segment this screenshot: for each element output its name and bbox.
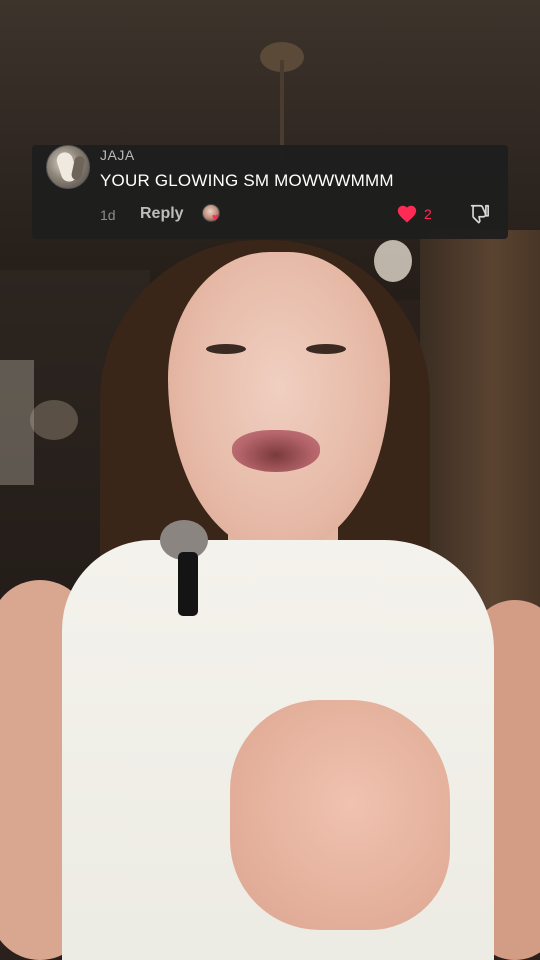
- creator-liked-badge: ♥: [202, 204, 224, 226]
- video-frame[interactable]: JAJA YOUR GLOWING SM MOWWWMMM 1d Reply ♥…: [0, 0, 540, 960]
- heart-icon[interactable]: [396, 203, 418, 225]
- background-shelf-item: [30, 400, 78, 440]
- comment-text: YOUR GLOWING SM MOWWWMMM: [100, 171, 394, 190]
- thumbs-down-icon[interactable]: [468, 203, 490, 225]
- comment-username[interactable]: JAJA: [100, 147, 135, 163]
- comment-reply-card[interactable]: JAJA YOUR GLOWING SM MOWWWMMM 1d Reply ♥…: [32, 145, 508, 239]
- person-eye-left: [206, 344, 246, 354]
- ceiling-globe-light: [374, 240, 412, 282]
- comment-timestamp: 1d: [100, 207, 116, 223]
- background-cabinet: [0, 360, 34, 485]
- reply-button[interactable]: Reply: [140, 205, 184, 223]
- creator-liked-heart-icon: ♥: [212, 212, 219, 224]
- user-avatar[interactable]: [46, 145, 90, 189]
- like-button[interactable]: 2: [396, 203, 432, 225]
- person-hands: [230, 700, 450, 930]
- person-eye-right: [306, 344, 346, 354]
- like-count: 2: [424, 206, 432, 222]
- person-mouth: [232, 430, 320, 472]
- lapel-mic-clip: [178, 552, 198, 616]
